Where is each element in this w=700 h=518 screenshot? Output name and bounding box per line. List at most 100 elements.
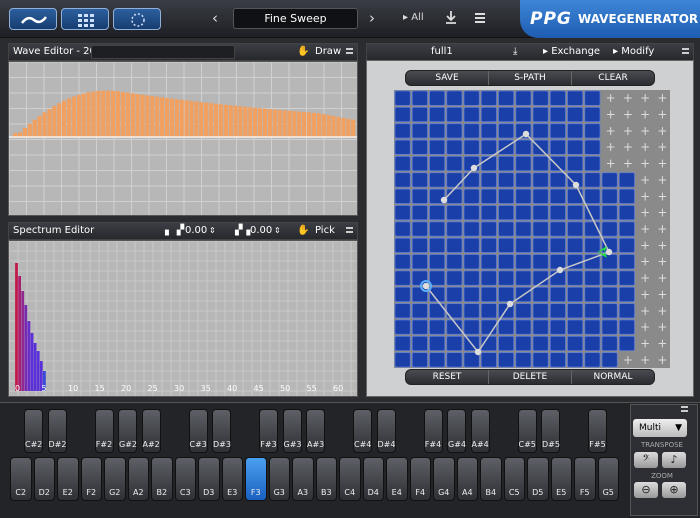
grid-cell[interactable] (446, 205, 463, 221)
grid-cell[interactable] (498, 221, 515, 237)
grid-cell[interactable] (463, 123, 480, 139)
grid-cell[interactable] (584, 90, 601, 106)
grid-cell[interactable] (532, 156, 549, 172)
black-key[interactable]: D#4 (376, 409, 396, 453)
empty-cell-icon[interactable]: + (623, 91, 633, 105)
grid-cell[interactable] (618, 237, 635, 253)
grid-cell[interactable] (394, 237, 411, 253)
grid-cell[interactable] (515, 270, 532, 286)
white-key[interactable]: E5 (550, 457, 572, 501)
white-key[interactable]: A3 (292, 457, 314, 501)
grid-cell[interactable] (498, 90, 515, 106)
grid-cell[interactable] (429, 90, 446, 106)
grid-cell[interactable] (532, 221, 549, 237)
grid-cell[interactable] (601, 172, 618, 188)
path-point[interactable] (506, 300, 514, 308)
empty-cell-icon[interactable]: + (623, 140, 633, 154)
grid-cell[interactable] (394, 335, 411, 352)
grid-cell[interactable] (532, 139, 549, 155)
zoom-out-button[interactable]: ⊖ (634, 482, 658, 498)
black-key[interactable]: D#2 (47, 409, 67, 453)
empty-cell-icon[interactable]: + (657, 336, 667, 350)
empty-cell-icon[interactable]: + (623, 124, 633, 138)
grid-cell[interactable] (532, 90, 549, 106)
grid-cell[interactable] (463, 205, 480, 221)
clear-button[interactable]: CLEAR (572, 71, 654, 85)
grid-cell[interactable] (532, 286, 549, 302)
grid-cell[interactable] (618, 221, 635, 237)
path-point[interactable] (556, 266, 564, 274)
empty-cell-icon[interactable]: + (640, 255, 650, 269)
grid-cell[interactable] (394, 139, 411, 155)
grid-cell[interactable] (463, 237, 480, 253)
normal-button[interactable]: NORMAL (572, 370, 654, 384)
white-key[interactable]: G3 (268, 457, 290, 501)
grid-cell[interactable] (411, 303, 428, 319)
grid-cell[interactable] (429, 139, 446, 155)
grid-cell[interactable] (463, 172, 480, 188)
grid-cell[interactable] (463, 319, 480, 335)
grid-cell[interactable] (463, 254, 480, 270)
white-key[interactable]: F3 (245, 457, 267, 501)
white-key[interactable]: F2 (80, 457, 102, 501)
grid-cell[interactable] (584, 237, 601, 253)
grid-cell[interactable] (618, 172, 635, 188)
grid-cell[interactable] (394, 188, 411, 204)
empty-cell-icon[interactable]: + (606, 140, 616, 154)
grid-cell[interactable] (498, 123, 515, 139)
white-key[interactable]: G5 (597, 457, 619, 501)
grid-cell[interactable] (411, 188, 428, 204)
grid-cell[interactable] (446, 254, 463, 270)
grid-cell[interactable] (429, 319, 446, 335)
empty-cell-icon[interactable]: + (657, 320, 667, 334)
empty-cell-icon[interactable]: + (623, 157, 633, 171)
empty-cell-icon[interactable]: + (640, 157, 650, 171)
empty-cell-icon[interactable]: + (606, 108, 616, 122)
black-key[interactable]: G#4 (447, 409, 466, 453)
grid-cell[interactable] (429, 237, 446, 253)
grid-cell[interactable] (480, 172, 497, 188)
mode-select[interactable]: Multi ▼ (633, 419, 687, 437)
grid-cell[interactable] (429, 254, 446, 270)
grid-cell[interactable] (463, 90, 480, 106)
white-key[interactable]: D2 (33, 457, 55, 501)
grid-cell[interactable] (515, 156, 532, 172)
grid-cell[interactable] (584, 319, 601, 335)
grid-cell[interactable] (411, 90, 428, 106)
white-key[interactable]: B4 (480, 457, 502, 501)
grid-cell[interactable] (394, 90, 411, 106)
grid-cell[interactable] (411, 254, 428, 270)
grid-cell[interactable] (463, 286, 480, 302)
grid-cell[interactable] (429, 221, 446, 237)
grid-cell[interactable] (411, 156, 428, 172)
empty-cell-icon[interactable]: + (640, 238, 650, 252)
grid-cell[interactable] (446, 270, 463, 286)
grid-cell[interactable] (480, 352, 497, 368)
grid-cell[interactable] (532, 319, 549, 335)
white-key[interactable]: D4 (362, 457, 384, 501)
empty-cell-icon[interactable]: + (657, 108, 667, 122)
empty-cell-icon[interactable]: + (657, 91, 667, 105)
grid-cell[interactable] (549, 319, 566, 335)
grid-cell[interactable] (584, 303, 601, 319)
grid-cell[interactable] (446, 172, 463, 188)
empty-cell-icon[interactable]: + (640, 140, 650, 154)
grid-cell[interactable] (567, 205, 584, 221)
grid-cell[interactable] (549, 172, 566, 188)
grid-cell[interactable] (515, 221, 532, 237)
grid-cell[interactable] (463, 139, 480, 155)
grid-cell[interactable] (584, 188, 601, 204)
list-icon[interactable] (474, 12, 486, 24)
grid-cell[interactable] (618, 254, 635, 270)
white-key[interactable]: B2 (151, 457, 173, 501)
grid-cell[interactable] (549, 106, 566, 123)
grid-cell[interactable] (567, 156, 584, 172)
empty-cell-icon[interactable]: + (623, 108, 633, 122)
grid-cell[interactable] (446, 90, 463, 106)
grid-cell[interactable] (411, 352, 428, 368)
grid-cell[interactable] (411, 319, 428, 335)
grid-cell[interactable] (411, 205, 428, 221)
white-key[interactable]: E3 (221, 457, 243, 501)
grid-cell[interactable] (480, 221, 497, 237)
grid-cell[interactable] (532, 188, 549, 204)
